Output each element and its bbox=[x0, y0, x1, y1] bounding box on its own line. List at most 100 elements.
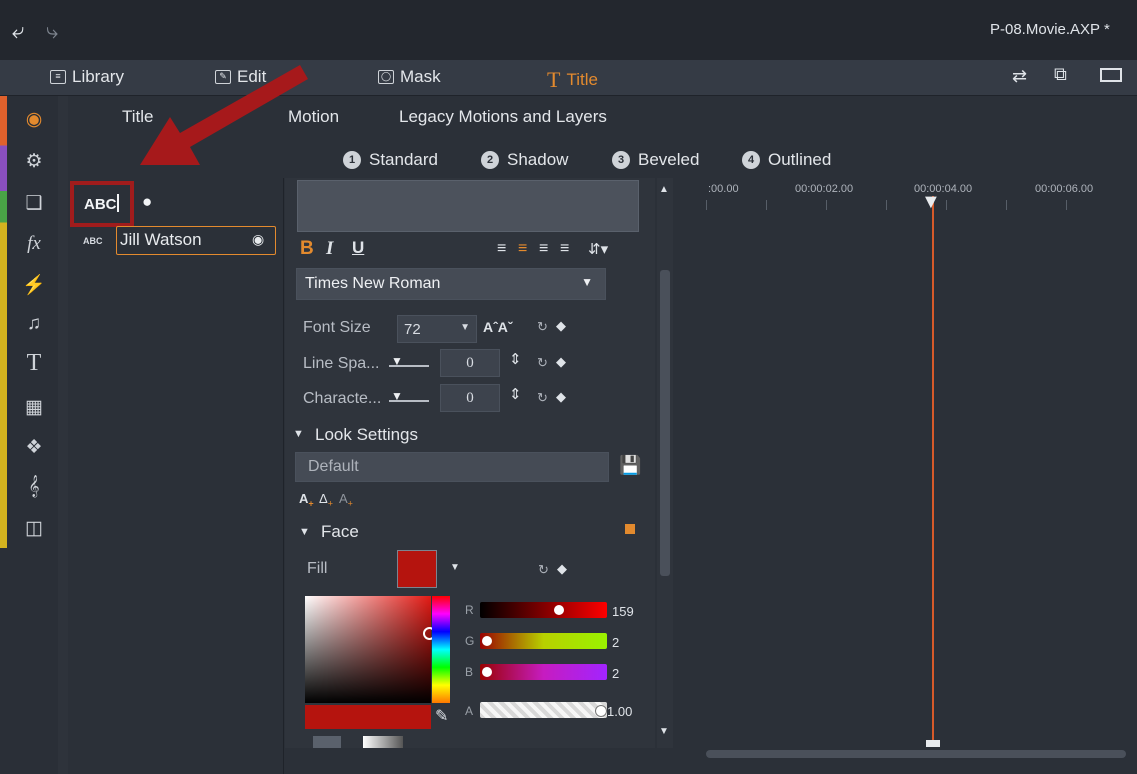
align-left-icon[interactable]: ≡ bbox=[497, 240, 506, 258]
add-edge-icon[interactable]: Δ+ bbox=[319, 491, 333, 509]
bold-button[interactable]: B bbox=[300, 238, 314, 260]
line-spacing-reset-icon[interactable]: ↻ bbox=[537, 355, 548, 371]
font-family-value: Times New Roman bbox=[305, 275, 441, 292]
italic-button[interactable]: I bbox=[326, 238, 333, 260]
r-slider[interactable] bbox=[480, 602, 607, 618]
scroll-up-icon[interactable]: ▲ bbox=[659, 184, 669, 195]
char-spacing-knob[interactable]: ▼ bbox=[391, 389, 403, 403]
style-outlined-label: Outlined bbox=[768, 150, 832, 169]
fx-icon[interactable]: fx bbox=[22, 233, 46, 255]
r-value[interactable]: 159 bbox=[612, 604, 634, 619]
color-saturation-field[interactable] bbox=[305, 596, 431, 703]
g-value[interactable]: 2 bbox=[612, 635, 619, 650]
layers-icon[interactable]: ❖ bbox=[22, 436, 46, 459]
swap-icon[interactable]: ⇄ bbox=[1012, 66, 1027, 87]
font-family-select[interactable]: Times New Roman ▼ bbox=[296, 268, 606, 300]
layer-item-jill-watson[interactable]: Jill Watson ◉ bbox=[116, 226, 276, 255]
reset-icon[interactable]: ↻ bbox=[537, 319, 548, 335]
underline-button[interactable]: U bbox=[352, 238, 364, 258]
alpha-slider-knob[interactable] bbox=[595, 705, 607, 717]
align-center-icon[interactable]: ≡ bbox=[518, 240, 527, 258]
layout-icon[interactable] bbox=[1100, 68, 1122, 82]
popout-icon[interactable]: ⧉ bbox=[1054, 64, 1067, 85]
align-justify-icon[interactable]: ≡ bbox=[560, 240, 569, 258]
line-spacing-input[interactable]: 0 bbox=[440, 349, 500, 377]
project-name: P-08.Movie.AXP * bbox=[990, 21, 1110, 38]
style-shadow[interactable]: 2 Shadow bbox=[481, 150, 568, 170]
save-preset-icon[interactable]: 💾 bbox=[619, 455, 641, 476]
look-settings-collapse-icon[interactable]: ▼ bbox=[293, 428, 304, 440]
char-spacing-stepper-icon[interactable]: ⇕ bbox=[509, 385, 522, 403]
add-shadow-icon[interactable]: A+ bbox=[339, 491, 353, 509]
style-standard[interactable]: 1 Standard bbox=[343, 150, 438, 170]
redo-icon[interactable]: ⤷ bbox=[46, 18, 58, 44]
piano-icon[interactable]: ◫ bbox=[22, 517, 46, 540]
add-text-button[interactable]: ABC bbox=[84, 196, 117, 213]
char-spacing-input[interactable]: 0 bbox=[440, 384, 500, 412]
playhead-marker[interactable]: ▼ bbox=[921, 192, 941, 212]
line-spacing-knob[interactable]: ▼ bbox=[391, 354, 403, 368]
text-icon[interactable]: T bbox=[22, 350, 46, 377]
arrow-shape bbox=[140, 65, 308, 165]
subtab-legacy[interactable]: Legacy Motions and Layers bbox=[399, 107, 607, 127]
font-grow-shrink-icon[interactable]: AˆAˇ bbox=[483, 319, 513, 335]
playhead-line[interactable] bbox=[932, 196, 934, 744]
tab-title[interactable]: T Title bbox=[547, 67, 598, 93]
tab-library[interactable]: ≡ Library bbox=[50, 67, 124, 87]
add-shape-icon[interactable]: ● bbox=[142, 192, 152, 212]
music-icon[interactable]: ♫ bbox=[22, 313, 46, 335]
fill-keyframe-icon[interactable]: ◆ bbox=[557, 561, 567, 577]
fill-dropdown-icon[interactable]: ▼ bbox=[450, 562, 460, 573]
char-spacing-reset-icon[interactable]: ↻ bbox=[537, 390, 548, 406]
b-slider-knob[interactable] bbox=[482, 667, 492, 677]
swatch-gradient[interactable] bbox=[363, 736, 403, 748]
film-reel-icon[interactable]: ⚙ bbox=[22, 150, 46, 173]
transitions-icon[interactable]: ❑ bbox=[22, 192, 46, 215]
title-text-box[interactable] bbox=[297, 180, 639, 232]
hue-slider[interactable] bbox=[432, 596, 450, 703]
eyedropper-icon[interactable]: ✎ bbox=[435, 706, 448, 726]
alpha-slider[interactable] bbox=[480, 702, 607, 718]
fill-color-swatch[interactable] bbox=[397, 550, 437, 588]
style-outlined[interactable]: 4 Outlined bbox=[742, 150, 831, 170]
keyframe-icon[interactable]: ◆ bbox=[556, 318, 566, 334]
timeline-horizontal-scrollbar[interactable] bbox=[706, 750, 1126, 758]
look-preset-select[interactable]: Default bbox=[295, 452, 609, 482]
b-slider[interactable] bbox=[480, 664, 607, 680]
text-cursor-icon bbox=[117, 194, 119, 212]
eye-icon[interactable]: ◉ bbox=[252, 231, 264, 248]
style-beveled[interactable]: 3 Beveled bbox=[612, 150, 699, 170]
scroll-thumb[interactable] bbox=[660, 270, 670, 576]
library-icon: ≡ bbox=[50, 70, 66, 84]
red-pointer-arrow bbox=[140, 65, 308, 165]
tab-mask[interactable]: ◯ Mask bbox=[378, 67, 441, 87]
style-beveled-number: 3 bbox=[612, 151, 630, 169]
settings-scrollbar[interactable]: ▲ ▼ bbox=[657, 178, 673, 748]
playhead-bottom-handle[interactable] bbox=[926, 740, 940, 747]
a-value[interactable]: 1.00 bbox=[607, 704, 632, 719]
line-spacing-keyframe-icon[interactable]: ◆ bbox=[556, 354, 566, 370]
scroll-down-icon[interactable]: ▼ bbox=[659, 726, 669, 737]
add-face-icon[interactable]: A+ bbox=[299, 491, 314, 509]
char-spacing-keyframe-icon[interactable]: ◆ bbox=[556, 389, 566, 405]
face-collapse-icon[interactable]: ▼ bbox=[299, 526, 310, 538]
face-color-indicator bbox=[625, 524, 635, 534]
undo-icon[interactable]: ⤶ bbox=[12, 18, 24, 44]
b-value[interactable]: 2 bbox=[612, 666, 619, 681]
timeline-ruler[interactable] bbox=[706, 200, 1116, 210]
g-slider[interactable] bbox=[480, 633, 607, 649]
r-slider-knob[interactable] bbox=[554, 605, 564, 615]
line-spacing-stepper-icon[interactable]: ⇕ bbox=[509, 350, 522, 368]
titles-icon[interactable]: ◉ bbox=[22, 108, 46, 131]
lightning-icon[interactable]: ⚡ bbox=[22, 273, 46, 297]
montage-icon[interactable]: ▦ bbox=[22, 396, 46, 419]
line-spacing-label: Line Spa... bbox=[303, 355, 380, 372]
g-slider-knob[interactable] bbox=[482, 636, 492, 646]
audio-note-icon[interactable]: 𝄞 bbox=[22, 476, 46, 498]
font-size-select[interactable]: 72 ▼ bbox=[397, 315, 477, 343]
swatch-solid[interactable] bbox=[313, 736, 341, 748]
fill-reset-icon[interactable]: ↻ bbox=[538, 562, 549, 578]
font-size-chevron-icon: ▼ bbox=[460, 322, 470, 333]
align-right-icon[interactable]: ≡ bbox=[539, 240, 548, 258]
direction-dropdown-icon[interactable]: ⇵▾ bbox=[588, 240, 608, 258]
